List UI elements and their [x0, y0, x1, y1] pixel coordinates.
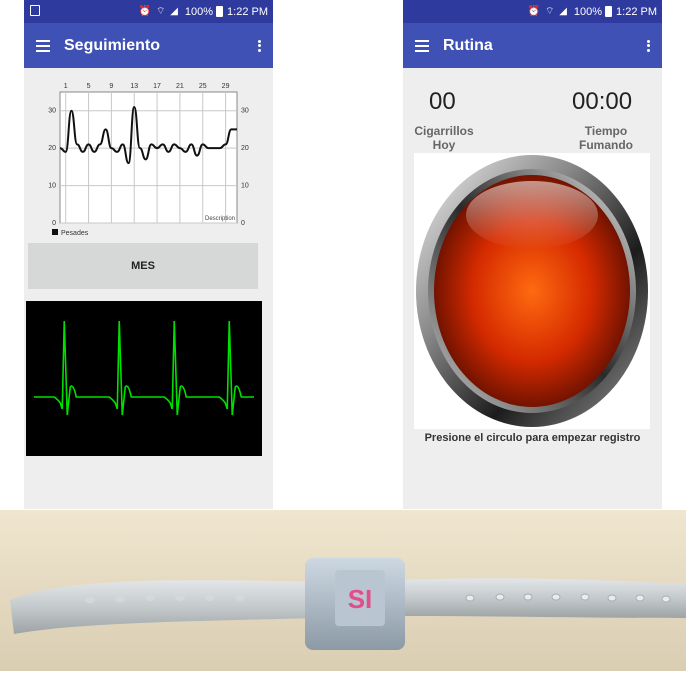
rutina-screen: ⏰ ⌔ ◢ 100% 1:22 PM Rutina 00 Cigarrillos…	[403, 0, 662, 509]
record-button-area	[414, 153, 650, 429]
app-bar-title: Seguimiento	[64, 36, 161, 54]
chart-y-tick-label-right: 30	[241, 108, 249, 115]
chart-y-tick-label-right: 0	[241, 220, 245, 227]
status-icons: ⏰ ⌔ ◢	[527, 6, 568, 17]
smoking-time-label: Tiempo Fumando	[571, 124, 641, 152]
chart-x-tick-label: 13	[130, 83, 138, 90]
overflow-menu-icon[interactable]	[647, 39, 650, 52]
chart-y-tick-label-left: 20	[48, 145, 56, 152]
buckle-logo: SI	[348, 584, 373, 614]
chart-x-tick-label: 25	[199, 83, 207, 90]
chart-y-tick-label-left: 0	[52, 220, 56, 227]
status-time: 1:22 PM	[227, 5, 268, 18]
ecg-waveform	[34, 320, 254, 416]
chart-x-tick-label: 21	[176, 83, 184, 90]
status-time: 1:22 PM	[616, 5, 657, 18]
overflow-menu-icon[interactable]	[258, 39, 261, 52]
cigarettes-label-line1: Cigarrillos	[414, 124, 474, 138]
chart-x-tick-label: 17	[153, 83, 161, 90]
chart-y-tick-label-right: 10	[241, 183, 249, 190]
chart-description-label: Description	[205, 216, 235, 222]
chart-x-tick-label: 9	[109, 83, 113, 90]
battery-icon	[605, 6, 613, 17]
chart-x-tick-label: 29	[222, 83, 230, 90]
status-icons: ⏰ ⌔ ◢	[138, 6, 179, 17]
cigarettes-label: Cigarrillos Hoy	[409, 124, 479, 152]
hamburger-menu-icon[interactable]	[36, 39, 50, 52]
mes-button[interactable]: MES	[28, 243, 258, 289]
record-button-highlight	[466, 181, 598, 249]
chart-legend-swatch	[52, 229, 58, 235]
chart-y-tick-label-left: 10	[48, 183, 56, 190]
ecg-panel	[26, 301, 262, 456]
app-bar: Seguimiento	[24, 23, 273, 68]
chart-x-tick-label: 1	[64, 83, 68, 90]
weight-chart: 1 5 9 13 17 21 25 29 0 0 10 10 20 20 30 30 Description Pe…	[30, 75, 267, 237]
chart-svg: 1 5 9 13 17 21 25 29 0 0 10 10 20 20 30 30 Description Pe…	[48, 83, 249, 237]
battery-percent: 100%	[573, 5, 603, 18]
smoking-time: 00:00	[572, 88, 633, 115]
smoking-time-label-line1: Tiempo	[584, 124, 628, 138]
chart-y-tick-label-right: 20	[241, 145, 249, 152]
notification-icon	[30, 5, 40, 16]
seguimiento-screen: ⏰ ⌔ ◢ 100% 1:22 PM Seguimiento 1 5 9 13 17 21…	[24, 0, 273, 509]
status-bar: ⏰ ⌔ ◢ 100% 1:22 PM	[403, 0, 662, 23]
cigarettes-label-line2: Hoy	[432, 138, 456, 152]
cigarettes-count: 00	[429, 88, 456, 115]
chart-legend-label: Pesades	[61, 230, 89, 237]
hamburger-menu-icon[interactable]	[415, 39, 429, 52]
chart-plot-area	[59, 91, 238, 224]
ecg-trace-line	[34, 320, 254, 416]
battery-icon	[216, 6, 224, 17]
chart-x-tick-label: 5	[87, 83, 91, 90]
app-bar-title: Rutina	[443, 36, 493, 54]
record-button[interactable]	[414, 153, 650, 429]
chart-y-tick-label-left: 30	[48, 108, 56, 115]
record-hint-text: Presione el circulo para empezar registr…	[424, 432, 641, 444]
app-bar: Rutina	[403, 23, 662, 68]
wristband-image: SI	[0, 510, 686, 671]
status-bar: ⏰ ⌔ ◢ 100% 1:22 PM	[24, 0, 273, 23]
battery-percent: 100%	[184, 5, 214, 18]
smoking-time-label-line2: Fumando	[579, 138, 633, 152]
wristband-photo: SI	[0, 510, 686, 671]
